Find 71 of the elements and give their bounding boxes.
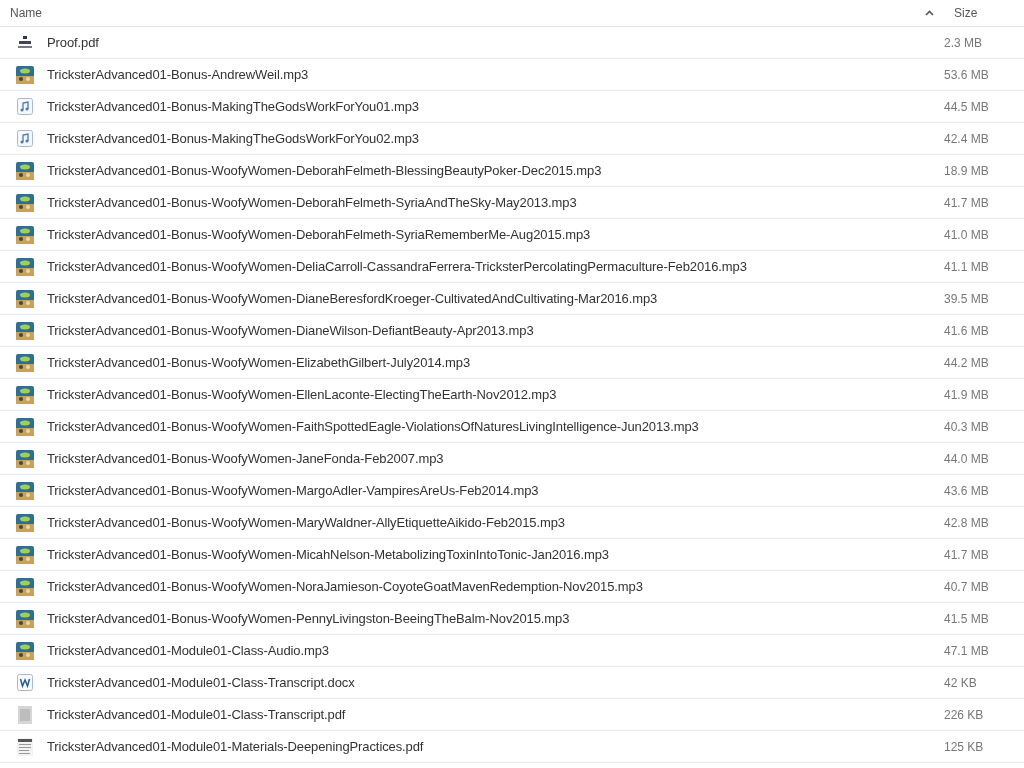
file-name[interactable]: TricksterAdvanced01-Module01-Class-Audio.mp3 — [47, 643, 944, 658]
file-size: 43.6 MB — [944, 483, 990, 498]
album-art-icon — [15, 577, 34, 596]
file-name[interactable]: TricksterAdvanced01-Bonus-WoofyWomen-MicahNelson-MetabolizingToxinIntoTonic-Jan2016.mp3 — [47, 547, 944, 562]
file-size: 47.1 MB — [944, 643, 990, 658]
file-name[interactable]: TricksterAdvanced01-Bonus-WoofyWomen-ElizabethGilbert-July2014.mp3 — [47, 355, 944, 370]
file-size: 40.7 MB — [944, 579, 990, 594]
file-name[interactable]: TricksterAdvanced01-Bonus-MakingTheGodsWorkForYou02.mp3 — [47, 131, 944, 146]
file-name[interactable]: TricksterAdvanced01-Module01-Class-Transcript.pdf — [47, 707, 944, 722]
file-size: 44.2 MB — [944, 355, 990, 370]
album-art-icon — [15, 161, 34, 180]
album-art-icon — [15, 321, 34, 340]
file-size: 41.5 MB — [944, 611, 990, 626]
file-name[interactable]: TricksterAdvanced01-Bonus-WoofyWomen-PennyLivingston-BeeingTheBalm-Nov2015.mp3 — [47, 611, 944, 626]
file-name[interactable]: TricksterAdvanced01-Bonus-WoofyWomen-NoraJamieson-CoyoteGoatMavenRedemption-Nov2015.mp3 — [47, 579, 944, 594]
file-name[interactable]: TricksterAdvanced01-Bonus-WoofyWomen-DeborahFelmeth-SyriaAndTheSky-May2013.mp3 — [47, 195, 944, 210]
file-size: 42.4 MB — [944, 131, 990, 146]
file-size: 42 KB — [944, 675, 978, 690]
file-size: 125 KB — [944, 739, 985, 754]
album-art-icon — [15, 481, 34, 500]
album-art-icon — [15, 353, 34, 372]
file-name[interactable]: TricksterAdvanced01-Bonus-WoofyWomen-JaneFonda-Feb2007.mp3 — [47, 451, 944, 466]
file-name[interactable]: TricksterAdvanced01-Bonus-WoofyWomen-DeliaCarroll-CassandraFerrera-TricksterPercolatingPermaculture-Feb2016.mp3 — [47, 259, 944, 274]
document-page-icon — [17, 705, 32, 724]
album-art-icon — [15, 385, 34, 404]
word-document-icon — [16, 674, 33, 691]
column-header[interactable]: Size — [944, 6, 1024, 20]
file-size: 39.5 MB — [944, 291, 990, 306]
column-header[interactable]: Name — [0, 6, 944, 20]
file-name[interactable]: TricksterAdvanced01-Bonus-AndrewWeil.mp3 — [47, 67, 944, 82]
album-art-icon — [15, 449, 34, 468]
file-size: 41.1 MB — [944, 259, 990, 274]
file-size: 226 KB — [944, 707, 985, 722]
album-art-icon — [15, 193, 34, 212]
file-size: 41.0 MB — [944, 227, 990, 242]
document-page-icon — [16, 737, 33, 756]
album-art-icon — [15, 65, 34, 84]
file-name[interactable]: TricksterAdvanced01-Module01-Class-Transcript.docx — [47, 675, 944, 690]
file-name[interactable]: TricksterAdvanced01-Bonus-WoofyWomen-EllenLaconte-ElectingTheEarth-Nov2012.mp3 — [47, 387, 944, 402]
file-size: 53.6 MB — [944, 67, 990, 82]
music-note-icon — [16, 130, 33, 147]
file-name[interactable]: TricksterAdvanced01-Bonus-WoofyWomen-DeborahFelmeth-BlessingBeautyPoker-Dec2015.mp3 — [47, 163, 944, 178]
album-art-icon — [15, 609, 34, 628]
file-name[interactable]: TricksterAdvanced01-Module01-Materials-DeepeningPractices.pdf — [47, 739, 944, 754]
file-size: 44.5 MB — [944, 99, 990, 114]
file-size: 2.3 MB — [944, 35, 983, 50]
sort-ascending-icon[interactable] — [925, 10, 934, 16]
file-name[interactable]: Proof.pdf — [47, 35, 944, 50]
file-name[interactable]: TricksterAdvanced01-Bonus-WoofyWomen-DeborahFelmeth-SyriaRememberMe-Aug2015.mp3 — [47, 227, 944, 242]
file-size: 41.6 MB — [944, 323, 990, 338]
file-size: 41.7 MB — [944, 547, 990, 562]
file-name[interactable]: TricksterAdvanced01-Bonus-WoofyWomen-DianeBeresfordKroeger-CultivatedAndCultivating-Mar2016.mp3 — [47, 291, 944, 306]
file-name[interactable]: TricksterAdvanced01-Bonus-WoofyWomen-DianeWilson-DefiantBeauty-Apr2013.mp3 — [47, 323, 944, 338]
file-size: 41.9 MB — [944, 387, 990, 402]
file-name[interactable]: TricksterAdvanced01-Bonus-MakingTheGodsWorkForYou01.mp3 — [47, 99, 944, 114]
music-note-icon — [16, 98, 33, 115]
file-size: 41.7 MB — [944, 195, 990, 210]
album-art-icon — [15, 513, 34, 532]
file-size: 42.8 MB — [944, 515, 990, 530]
album-art-icon — [15, 225, 34, 244]
file-size: 18.9 MB — [944, 163, 990, 178]
album-art-icon — [15, 641, 34, 660]
file-name[interactable]: TricksterAdvanced01-Bonus-WoofyWomen-MaryWaldner-AllyEtiquetteAikido-Feb2015.mp3 — [47, 515, 944, 530]
album-art-icon — [15, 289, 34, 308]
album-art-icon — [15, 257, 34, 276]
file-size: 44.0 MB — [944, 451, 990, 466]
album-art-icon — [15, 545, 34, 564]
file-name[interactable]: TricksterAdvanced01-Bonus-WoofyWomen-MargoAdler-VampiresAreUs-Feb2014.mp3 — [47, 483, 944, 498]
file-size: 40.3 MB — [944, 419, 990, 434]
album-art-icon — [15, 417, 34, 436]
file-name[interactable]: TricksterAdvanced01-Bonus-WoofyWomen-FaithSpottedEagle-ViolationsOfNaturesLivingIntelligence-Jun2013.mp3 — [47, 419, 944, 434]
